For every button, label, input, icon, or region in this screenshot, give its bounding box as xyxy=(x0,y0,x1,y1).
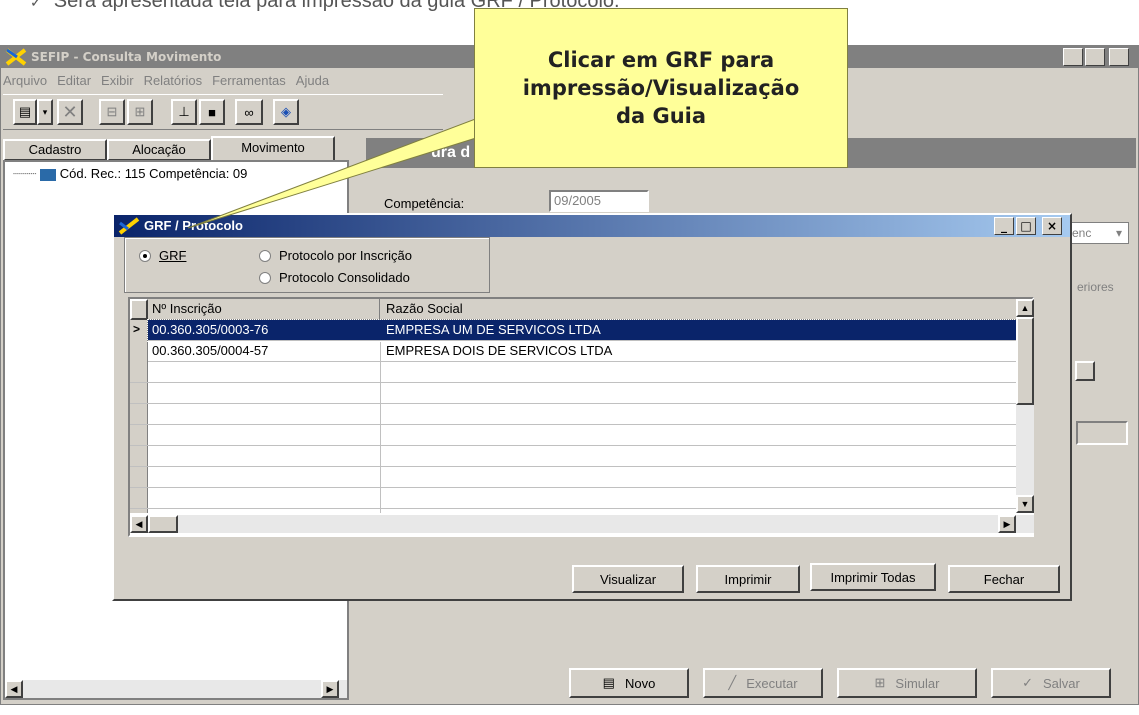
callout-text: Clicar em GRF para impressão/Visualizaçã… xyxy=(522,48,800,128)
instruction-callout: Clicar em GRF para impressão/Visualizaçã… xyxy=(474,8,848,168)
